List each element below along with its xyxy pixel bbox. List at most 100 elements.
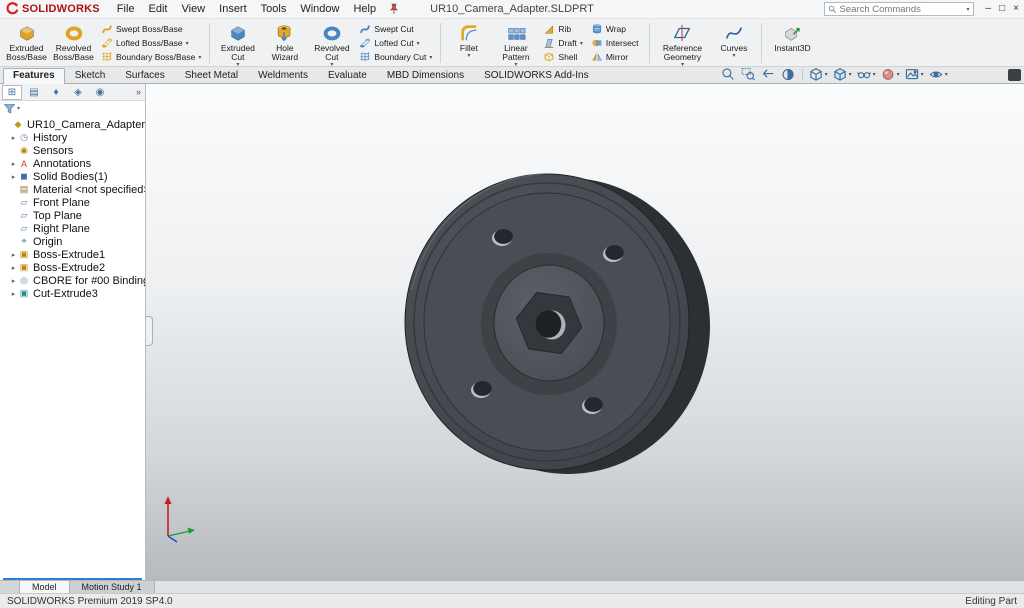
task-pane-toggle[interactable] xyxy=(1008,69,1021,81)
search-input[interactable] xyxy=(840,4,964,15)
tree-item-sensors[interactable]: ◉ Sensors xyxy=(0,144,145,157)
panel-tabs-overflow-button[interactable]: » xyxy=(136,87,143,97)
linear-pattern-button[interactable]: Linear Pattern▾ xyxy=(492,20,539,66)
tree-item-icon: ▣ xyxy=(18,288,30,299)
tab-features[interactable]: Features xyxy=(3,68,65,84)
swept-boss-base-button[interactable]: Swept Boss/Base xyxy=(98,23,204,36)
intersect-button[interactable]: Intersect xyxy=(588,37,645,50)
boundary-boss-base-button[interactable]: Boundary Boss/Base▾ xyxy=(98,51,204,64)
tab-sheet-metal[interactable]: Sheet Metal xyxy=(175,68,248,83)
tab-sketch[interactable]: Sketch xyxy=(65,68,116,83)
hide-show-items-button[interactable]: ▾ xyxy=(855,67,878,82)
swept-cut-button[interactable]: Swept Cut xyxy=(356,23,435,36)
zoom-area-button[interactable] xyxy=(739,67,758,82)
expander-icon[interactable]: ▸ xyxy=(9,134,18,142)
panel-tab-featuremanager[interactable]: ⊞ xyxy=(2,85,22,100)
instant3d-button[interactable]: Instant3D xyxy=(766,20,818,66)
revolved-boss-base-button[interactable]: Revolved Boss/Base xyxy=(50,20,97,66)
tree-item-top-plane[interactable]: ▱ Top Plane xyxy=(0,209,145,222)
tree-item-solid-bodies-1[interactable]: ▸ ◼ Solid Bodies(1) xyxy=(0,170,145,183)
tab-weldments[interactable]: Weldments xyxy=(248,68,318,83)
display-style-icon xyxy=(833,67,848,82)
hole-wizard-button[interactable]: Hole Wizard xyxy=(261,20,308,66)
reference-geometry-button[interactable]: Reference Geometry▾ xyxy=(654,20,710,66)
panel-tab-displaymanager[interactable]: ◉ xyxy=(90,85,110,100)
maximize-button[interactable]: □ xyxy=(999,4,1005,14)
expander-icon[interactable]: ▸ xyxy=(9,277,18,285)
panel-tab-dimxpertmanager[interactable]: ◈ xyxy=(68,85,88,100)
filter-dropdown-icon[interactable]: ▾ xyxy=(17,105,20,112)
menu-edit[interactable]: Edit xyxy=(142,2,175,16)
expander-icon[interactable]: ▸ xyxy=(9,173,18,181)
tree-item-front-plane[interactable]: ▱ Front Plane xyxy=(0,196,145,209)
extruded-cut-button[interactable]: Extruded Cut▾ xyxy=(214,20,261,66)
edit-appearance-button[interactable]: ▾ xyxy=(879,67,902,82)
draft-button[interactable]: Draft▾ xyxy=(540,37,585,50)
close-button[interactable]: × xyxy=(1013,4,1019,14)
rollback-bar[interactable] xyxy=(3,578,142,580)
bottom-tab-model[interactable]: Model xyxy=(20,581,70,593)
tree-item-boss-extrude1[interactable]: ▸ ▣ Boss-Extrude1 xyxy=(0,248,145,261)
expander-icon[interactable]: ▸ xyxy=(9,264,18,272)
tab-evaluate[interactable]: Evaluate xyxy=(318,68,377,83)
tree-item-annotations[interactable]: ▸ A Annotations xyxy=(0,157,145,170)
tree-item-right-plane[interactable]: ▱ Right Plane xyxy=(0,222,145,235)
tab-surfaces[interactable]: Surfaces xyxy=(115,68,174,83)
brand-text: SOLIDWORKS xyxy=(22,3,100,15)
graphics-viewport[interactable] xyxy=(146,84,1024,580)
lofted-boss-base-button[interactable]: Lofted Boss/Base▾ xyxy=(98,37,204,50)
minimize-button[interactable]: – xyxy=(986,4,992,14)
rib-button[interactable]: Rib xyxy=(540,23,585,36)
view-orientation-button[interactable]: ▾ xyxy=(807,67,830,82)
tree-item-ur10-camera-adapter-default-d[interactable]: ◆ UR10_Camera_Adapter (Default<<D xyxy=(0,118,145,131)
menu-insert[interactable]: Insert xyxy=(212,2,254,16)
filter-funnel-icon[interactable] xyxy=(4,104,15,114)
tab-solidworks-add-ins[interactable]: SOLIDWORKS Add-Ins xyxy=(474,68,598,83)
lofted-cut-button[interactable]: Lofted Cut▾ xyxy=(356,37,435,50)
model-3d-view[interactable] xyxy=(402,170,714,478)
mirror-button[interactable]: Mirror xyxy=(588,51,645,64)
menu-help[interactable]: Help xyxy=(346,2,383,16)
boundary-cut-button[interactable]: Boundary Cut▾ xyxy=(356,51,435,64)
revolved-cut-button[interactable]: Revolved Cut▾ xyxy=(308,20,355,66)
expander-icon[interactable]: ▸ xyxy=(9,290,18,298)
tree-item-icon: ◼ xyxy=(18,171,30,182)
panel-tab-propertymanager[interactable]: ▤ xyxy=(24,85,44,100)
menu-tools[interactable]: Tools xyxy=(254,2,294,16)
extruded-boss-base-button[interactable]: Extruded Boss/Base xyxy=(3,20,50,66)
tab-mbd-dimensions[interactable]: MBD Dimensions xyxy=(377,68,474,83)
display-style-button[interactable]: ▾ xyxy=(831,67,854,82)
view-settings-button[interactable]: ▾ xyxy=(927,67,950,82)
expander-icon[interactable]: ▸ xyxy=(9,160,18,168)
panel-splitter-handle[interactable] xyxy=(146,316,153,346)
document-title: UR10_Camera_Adapter.SLDPRT xyxy=(430,3,594,15)
tree-item-cbore-for-00-binding-head-machi[interactable]: ▸ ◎ CBORE for #00 Binding Head Machi xyxy=(0,274,145,287)
panel-tab-configurationmanager[interactable]: ♦ xyxy=(46,85,66,100)
pin-menu-icon[interactable] xyxy=(389,3,399,15)
previous-view-button[interactable] xyxy=(759,67,778,82)
menu-window[interactable]: Window xyxy=(293,2,346,16)
feature-manager-panel: ⊞ ▤ ♦ ◈ ◉ » ▾ ◆ UR10_Camera_Adapter (Def… xyxy=(0,84,146,580)
reference-geometry-icon xyxy=(672,23,692,43)
wrap-button[interactable]: Wrap xyxy=(588,23,645,36)
section-view-button[interactable] xyxy=(779,67,798,82)
command-manager-ribbon: Extruded Boss/Base Revolved Boss/Base Sw… xyxy=(0,19,1024,67)
tree-item-cut-extrude3[interactable]: ▸ ▣ Cut-Extrude3 xyxy=(0,287,145,300)
fillet-button[interactable]: Fillet▾ xyxy=(445,20,492,66)
tree-item-origin[interactable]: ⌖ Origin xyxy=(0,235,145,248)
tree-item-history[interactable]: ▸ ◷ History xyxy=(0,131,145,144)
zoom-fit-button[interactable] xyxy=(719,67,738,82)
expander-icon[interactable]: ▸ xyxy=(9,251,18,259)
bottom-tab-motion-study-1[interactable]: Motion Study 1 xyxy=(70,581,155,593)
shell-button[interactable]: Shell xyxy=(540,51,585,64)
study-tabs-grip[interactable] xyxy=(0,581,20,593)
tree-item-material-not-specified[interactable]: ▤ Material <not specified> xyxy=(0,183,145,196)
tree-item-boss-extrude2[interactable]: ▸ ▣ Boss-Extrude2 xyxy=(0,261,145,274)
apply-scene-button[interactable]: ▾ xyxy=(903,67,926,82)
wrap-icon xyxy=(591,23,603,35)
search-dropdown-icon[interactable]: ▾ xyxy=(967,6,970,13)
study-tabs-bar: Model Motion Study 1 xyxy=(0,580,1024,593)
menu-view[interactable]: View xyxy=(174,2,212,16)
menu-file[interactable]: File xyxy=(110,2,142,16)
curves-button[interactable]: Curves▾ xyxy=(710,20,757,66)
